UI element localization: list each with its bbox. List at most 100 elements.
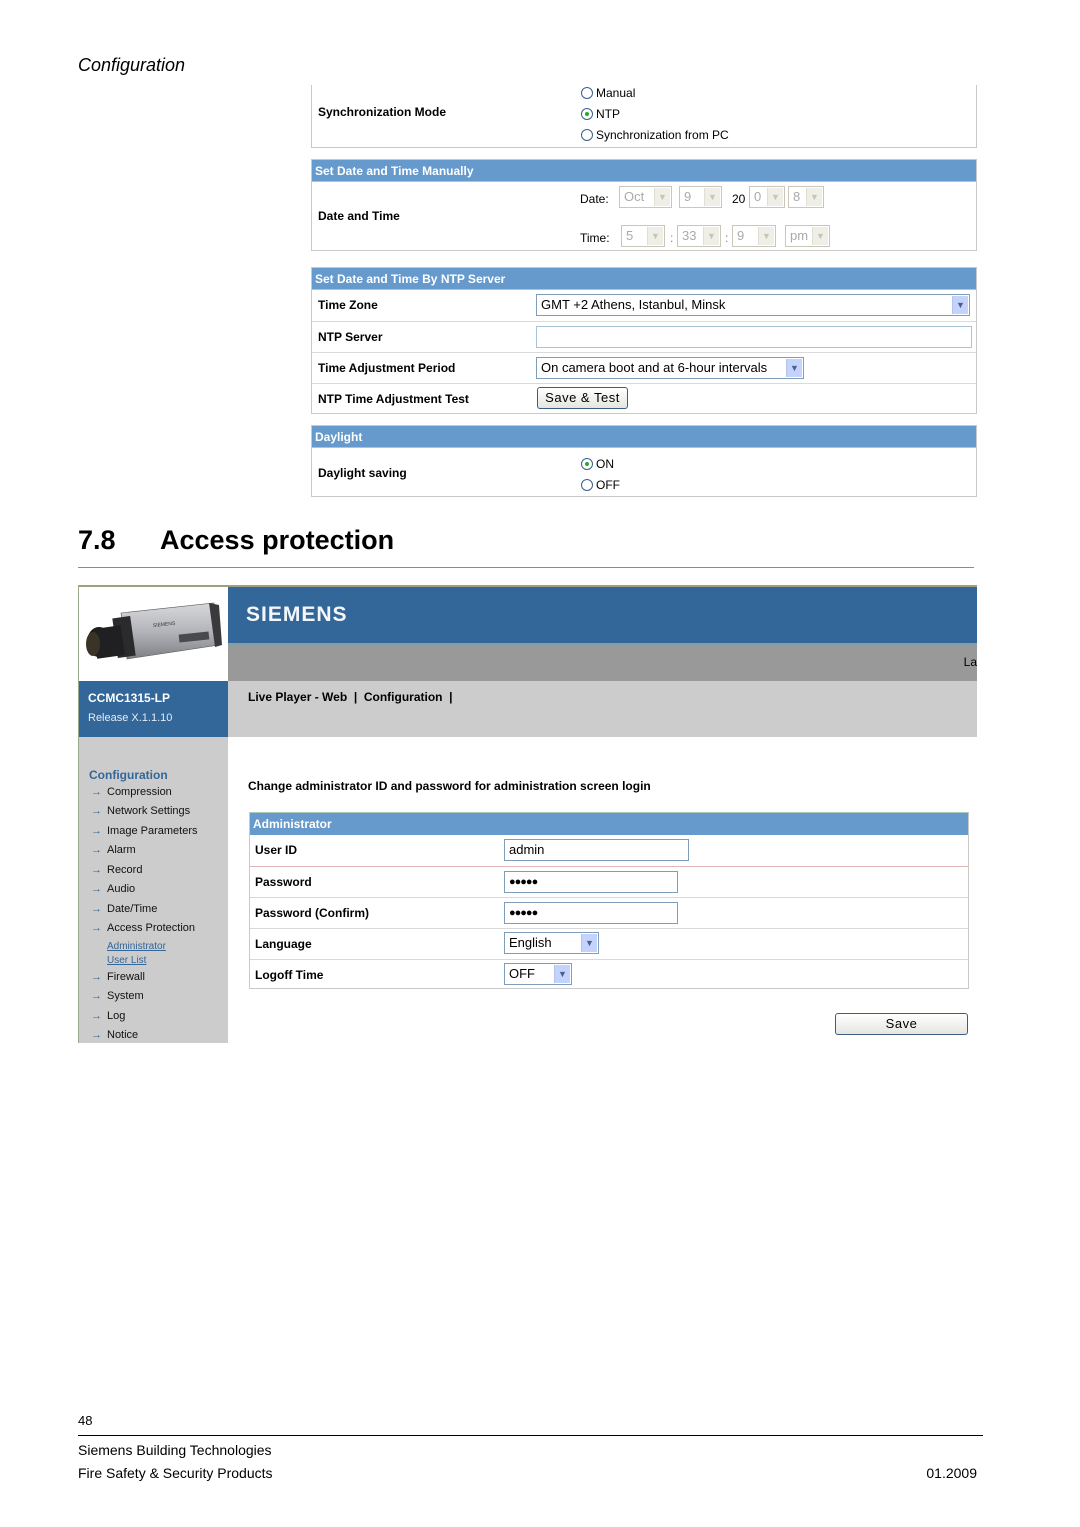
day-select[interactable]: 9 ▼ [679,186,722,208]
time-label: Time: [580,231,610,245]
radio-manual[interactable]: Manual [581,86,635,100]
chevron-down-icon: ▼ [654,188,670,206]
user-id-row: User ID admin [250,835,968,866]
model-name: CCMC1315-LP [88,691,171,705]
sidebar-item-network-settings[interactable]: → Network Settings [91,805,190,817]
year-tens-select[interactable]: 0 ▼ [749,186,785,208]
password-confirm-row: Password (Confirm) ●●●●● [250,897,968,928]
password-input[interactable]: ●●●●● [504,871,678,893]
section-heading: 7.8 Access protection [78,525,394,556]
time-separator: : [670,231,674,245]
admin-description: Change administrator ID and password for… [248,779,651,793]
ntp-test-label: NTP Time Adjustment Test [318,392,469,406]
radio-ntp[interactable]: NTP [581,107,620,121]
section-number: 7.8 [78,525,116,555]
sidebar-item-compression[interactable]: → Compression [91,786,172,798]
sidebar-item-alarm[interactable]: → Alarm [91,844,136,856]
page-number: 48 [78,1413,93,1428]
chevron-down-icon: ▼ [767,188,783,206]
password-label: Password [255,875,312,889]
hour-select[interactable]: 5 ▼ [621,225,665,247]
footer-company: Siemens Building Technologies [78,1442,272,1458]
logoff-time-select[interactable]: OFF ▼ [504,963,572,985]
language-row: Language English ▼ [250,928,968,959]
radio-manual-icon[interactable] [581,87,593,99]
sidebar-item-record[interactable]: → Record [91,864,142,876]
ntp-server-label: NTP Server [318,330,383,344]
language-bar: La [228,643,977,681]
arrow-right-icon: → [91,825,102,837]
ntp-table: Set Date and Time By NTP Server Time Zon… [311,267,977,414]
chevron-down-icon: ▼ [812,227,828,245]
nav-links[interactable]: Live Player - Web | Configuration | [248,690,453,704]
brand-banner: SIEMENS [228,587,977,643]
arrow-right-icon: → [91,1029,102,1041]
section-title: Access protection [160,525,395,555]
date-label: Date: [580,192,609,206]
sidebar-title[interactable]: Configuration [89,768,168,782]
camera-icon: SIEMENS [86,602,222,660]
radio-sync-pc[interactable]: Synchronization from PC [581,128,729,142]
arrow-right-icon: → [91,844,102,856]
language-select[interactable]: English ▼ [504,932,599,954]
second-select[interactable]: 9 ▼ [732,225,776,247]
chevron-down-icon: ▼ [581,934,597,952]
adjustment-period-row: Time Adjustment Period On camera boot an… [312,352,976,383]
chevron-down-icon: ▼ [806,188,822,206]
ntp-header: Set Date and Time By NTP Server [312,268,976,290]
chevron-down-icon: ▼ [704,188,720,206]
minute-select[interactable]: 33 ▼ [677,225,721,247]
admin-content: Change administrator ID and password for… [228,737,977,1043]
radio-daylight-on[interactable]: ON [581,457,614,471]
date-time-label: Date and Time [318,209,400,223]
sidebar-item-image-parameters[interactable]: → Image Parameters [91,825,197,837]
manual-date-time-table: Set Date and Time Manually Date and Time… [311,159,977,251]
footer-date: 01.2009 [926,1465,977,1481]
release-version: Release X.1.1.10 [88,712,173,724]
arrow-right-icon: → [91,883,102,895]
sidebar-item-access-protection[interactable]: → Access Protection [91,922,195,934]
radio-on-icon[interactable] [581,458,593,470]
logoff-time-label: Logoff Time [255,968,324,982]
save-and-test-button[interactable]: Save & Test [537,387,628,409]
administrator-header: Administrator [250,813,968,835]
time-zone-select[interactable]: GMT +2 Athens, Istanbul, Minsk ▼ [536,294,970,316]
password-confirm-label: Password (Confirm) [255,906,370,920]
arrow-right-icon: → [91,1010,102,1022]
save-button[interactable]: Save [835,1013,968,1035]
month-select[interactable]: Oct ▼ [619,186,672,208]
model-info: CCMC1315-LP Release X.1.1.10 [79,681,228,737]
camera-image: SIEMENS [79,587,228,681]
logoff-time-row: Logoff Time OFF ▼ [250,959,968,988]
manual-header: Set Date and Time Manually [312,160,976,182]
top-nav: Live Player - Web | Configuration | [228,681,977,737]
user-id-label: User ID [255,843,298,857]
sidebar-item-system[interactable]: → System [91,990,144,1002]
sidebar-item-firewall[interactable]: → Firewall [91,971,145,983]
year-ones-select[interactable]: 8 ▼ [788,186,824,208]
footer-division: Fire Safety & Security Products [78,1465,273,1481]
chevron-down-icon: ▼ [703,227,719,245]
sidebar-item-audio[interactable]: → Audio [91,883,135,895]
password-confirm-input[interactable]: ●●●●● [504,902,678,924]
radio-sync-pc-icon[interactable] [581,129,593,141]
ampm-select[interactable]: pm ▼ [785,225,830,247]
sidebar-item-log[interactable]: → Log [91,1010,125,1022]
ntp-test-row: NTP Time Adjustment Test Save & Test [312,383,976,414]
radio-off-icon[interactable] [581,479,593,491]
sidebar-subitem-administrator[interactable]: Administrator [107,941,166,952]
radio-daylight-off[interactable]: OFF [581,478,620,492]
chevron-down-icon: ▼ [952,296,968,314]
radio-ntp-icon[interactable] [581,108,593,120]
sidebar-subitem-user-list[interactable]: User List [107,955,146,966]
sidebar-item-date-time[interactable]: → Date/Time [91,903,157,915]
sidebar-item-notice[interactable]: → Notice [91,1029,138,1041]
language-label: Language [255,937,312,951]
ntp-server-row: NTP Server [312,321,976,352]
sync-mode-label: Synchronization Mode [318,105,447,119]
adjustment-period-select[interactable]: On camera boot and at 6-hour intervals ▼ [536,357,804,379]
ntp-server-input[interactable] [536,326,972,348]
user-id-input[interactable]: admin [504,839,689,861]
chevron-down-icon: ▼ [554,965,570,983]
language-link[interactable]: La [964,655,977,669]
